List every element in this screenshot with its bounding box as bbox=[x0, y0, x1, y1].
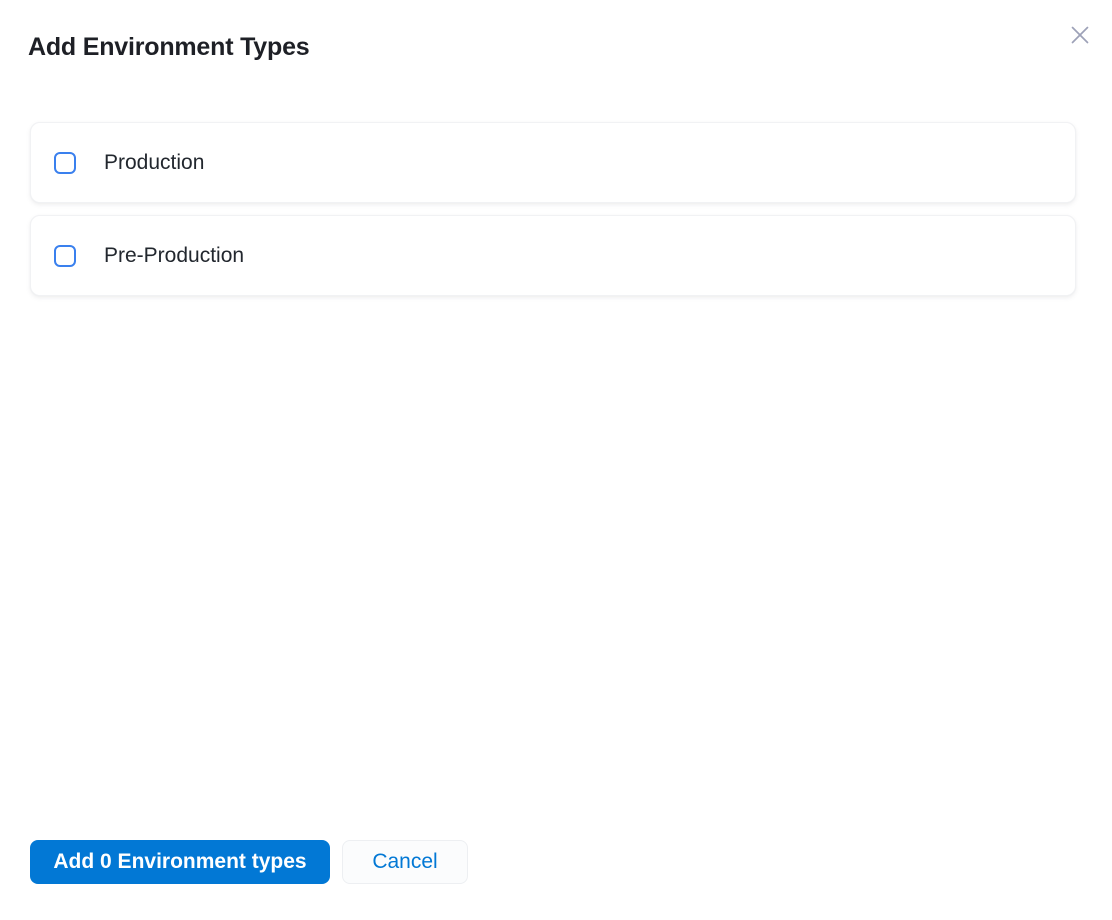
environment-type-row-pre-production[interactable]: Pre-Production bbox=[30, 215, 1076, 296]
close-icon bbox=[1068, 23, 1092, 47]
add-environment-types-dialog: Add Environment Types Production Pre-Pro… bbox=[0, 0, 1112, 920]
environment-type-list: Production Pre-Production bbox=[30, 122, 1076, 296]
pre-production-checkbox[interactable] bbox=[54, 245, 76, 267]
cancel-button[interactable]: Cancel bbox=[342, 840, 468, 884]
close-button[interactable] bbox=[1066, 21, 1094, 49]
dialog-footer: Add 0 Environment types Cancel bbox=[30, 840, 468, 884]
environment-type-label: Production bbox=[104, 152, 204, 173]
production-checkbox[interactable] bbox=[54, 152, 76, 174]
add-environment-types-button[interactable]: Add 0 Environment types bbox=[30, 840, 330, 884]
environment-type-label: Pre-Production bbox=[104, 245, 244, 266]
dialog-title: Add Environment Types bbox=[28, 33, 309, 62]
environment-type-row-production[interactable]: Production bbox=[30, 122, 1076, 203]
